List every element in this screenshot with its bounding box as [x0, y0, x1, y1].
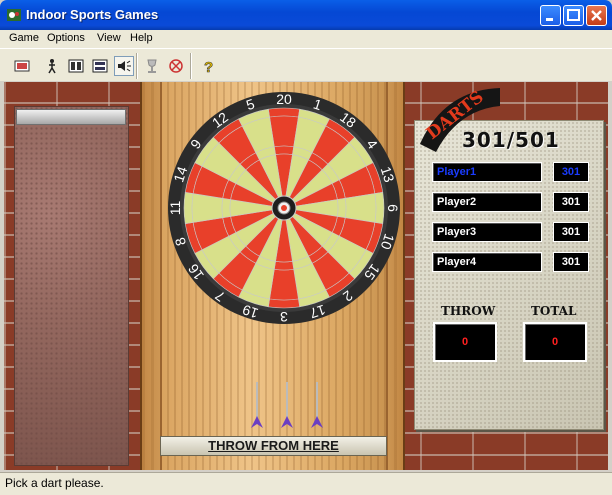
dart-icon[interactable] — [281, 382, 293, 428]
game-mode-label: 301/501 — [462, 128, 560, 152]
new-game-icon — [14, 60, 30, 72]
game-area: 20 1 18 4 13 6 10 15 2 17 3 19 7 16 8 11 14 9 12 5 THROW FR… — [4, 82, 608, 470]
minimize-button[interactable] — [540, 5, 561, 26]
board-segment[interactable] — [273, 145, 295, 156]
maximize-button[interactable] — [563, 5, 584, 26]
menu-help[interactable]: Help — [130, 32, 153, 44]
window-title: Indoor Sports Games — [26, 7, 159, 22]
scoreboard-button[interactable] — [90, 56, 110, 76]
minimize-icon — [546, 18, 553, 21]
board-segment[interactable] — [273, 260, 295, 271]
player-score: 301 — [553, 222, 589, 242]
player-name: Player2 — [432, 192, 542, 212]
darts-group — [251, 382, 323, 428]
help-icon: ? — [204, 59, 214, 74]
two-players-icon — [68, 59, 84, 73]
throw-label: THROW — [441, 304, 496, 318]
app-icon — [7, 9, 21, 21]
player-score: 301 — [553, 162, 589, 182]
player-icon — [48, 59, 56, 74]
sound-button[interactable] — [114, 56, 134, 76]
maximize-icon — [567, 9, 580, 21]
dart-rack-panel — [14, 106, 129, 466]
dart-tray — [16, 109, 126, 125]
board-number: 3 — [280, 309, 288, 325]
player-name: Player1 — [432, 162, 542, 182]
dart-icon[interactable] — [311, 382, 323, 428]
help-button[interactable]: ? — [198, 56, 218, 76]
player-row[interactable]: Player1 301 — [432, 162, 592, 184]
svg-text:?: ? — [204, 59, 213, 74]
trophy-icon — [147, 59, 157, 73]
scoreboard-icon — [92, 59, 108, 73]
toolbar-separator — [190, 53, 192, 79]
menu-view[interactable]: View — [97, 32, 121, 44]
dart-icon[interactable] — [251, 382, 263, 428]
board-number: 6 — [385, 204, 401, 212]
total-label: TOTAL — [531, 304, 577, 318]
menu-bar: Game Options View Help — [0, 30, 612, 48]
no-sound-button[interactable] — [166, 56, 186, 76]
dartboard[interactable]: 20 11841361015217319716811149125 — [166, 90, 402, 326]
board-number: 20 — [276, 91, 292, 107]
menu-options[interactable]: Options — [47, 32, 85, 44]
board-segment[interactable] — [269, 268, 299, 301]
player-score: 301 — [553, 252, 589, 272]
trophy-button[interactable] — [142, 56, 162, 76]
two-players-button[interactable] — [66, 56, 86, 76]
board-segment[interactable] — [344, 193, 377, 223]
player-row[interactable]: Player4 301 — [432, 252, 592, 274]
sound-icon — [118, 60, 131, 72]
toolbar-separator — [136, 53, 138, 79]
throw-value: 0 — [433, 322, 497, 362]
close-icon — [591, 10, 602, 21]
no-sound-icon — [169, 59, 183, 73]
board-segment[interactable] — [336, 197, 347, 219]
board-segment[interactable] — [269, 115, 299, 148]
new-game-button[interactable] — [12, 56, 32, 76]
board-number: 11 — [167, 201, 183, 216]
player-score: 301 — [553, 192, 589, 212]
player-button[interactable] — [42, 56, 62, 76]
board-segment[interactable] — [221, 197, 232, 219]
close-button[interactable] — [586, 5, 607, 26]
player-row[interactable]: Player2 301 — [432, 192, 592, 214]
status-text: Pick a dart please. — [5, 476, 104, 490]
title-bar: Indoor Sports Games — [0, 0, 612, 30]
status-bar: Pick a dart please. — [0, 472, 612, 495]
player-name: Player4 — [432, 252, 542, 272]
toolbar: ? — [0, 48, 612, 81]
bullseye-center — [281, 205, 287, 211]
throw-line: THROW FROM HERE — [160, 436, 387, 456]
board-segment[interactable] — [191, 193, 224, 223]
player-name: Player3 — [432, 222, 542, 242]
player-row[interactable]: Player3 301 — [432, 222, 592, 244]
menu-game[interactable]: Game — [9, 32, 39, 44]
total-value: 0 — [523, 322, 587, 362]
